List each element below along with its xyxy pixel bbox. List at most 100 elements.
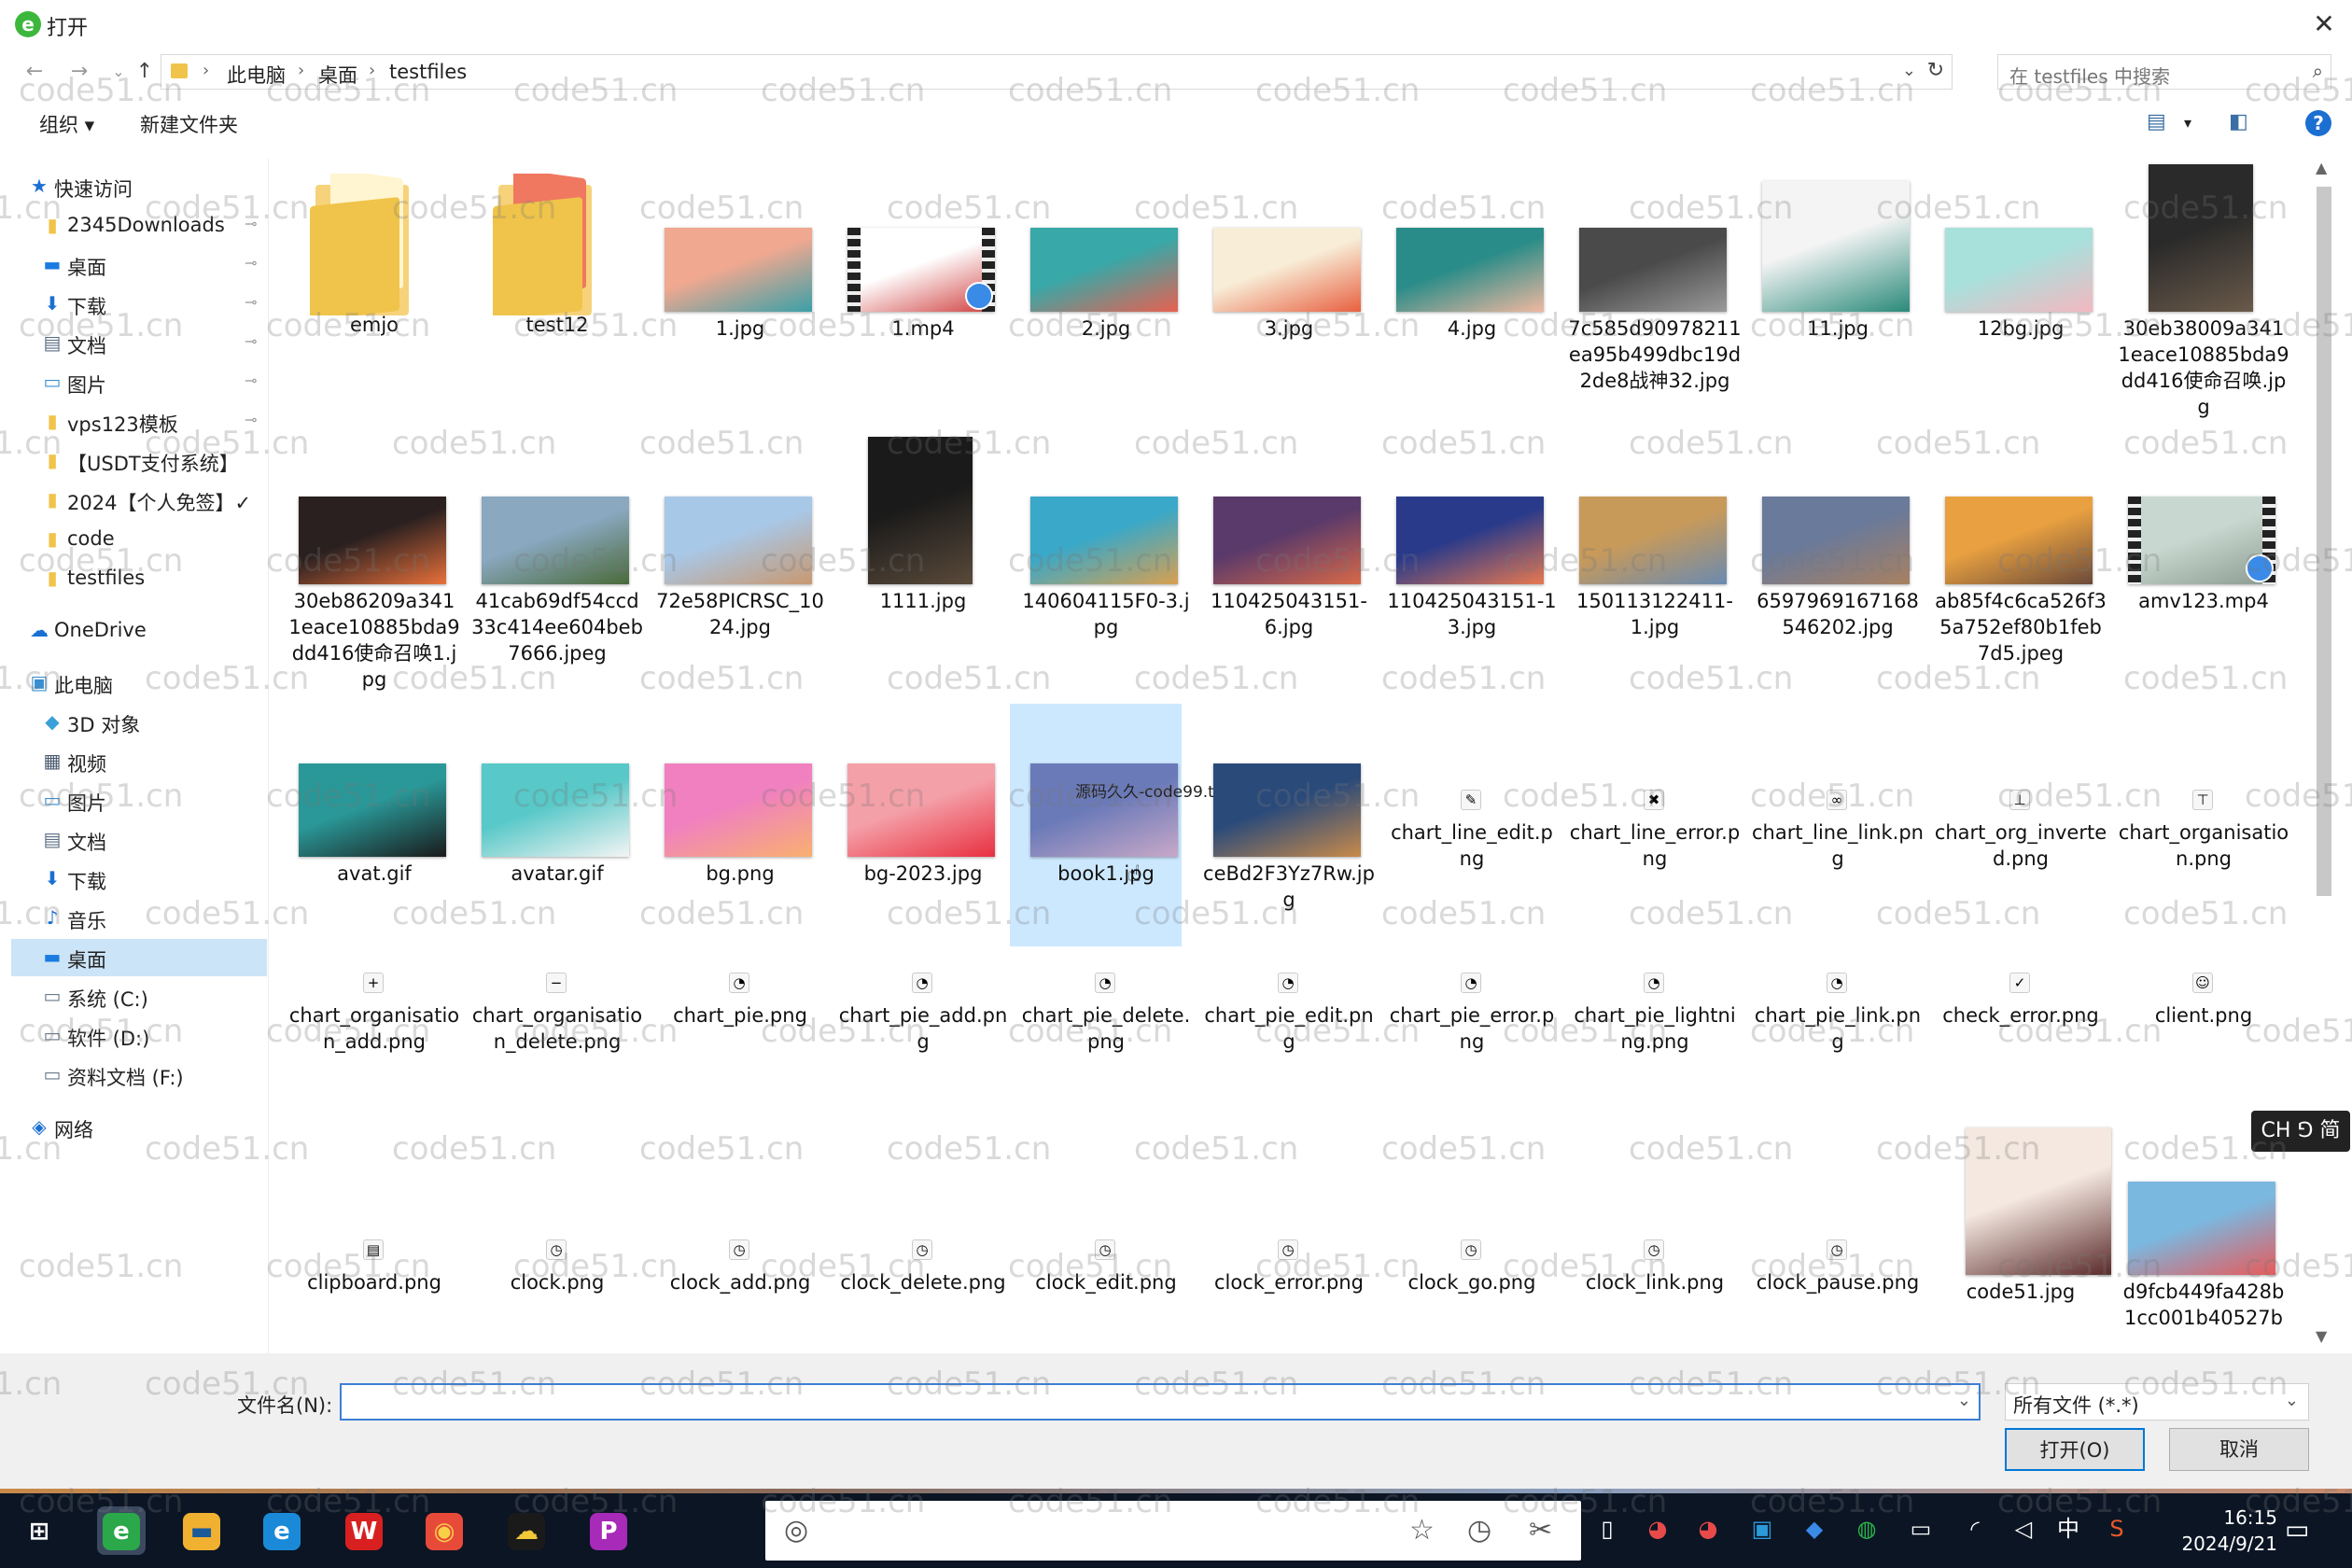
nav-item[interactable]: ▬ 桌面 ⊸ — [11, 246, 267, 284]
file-item[interactable]: ab85f4c6ca526f35a752ef80b1feb7d5.jpeg — [1925, 431, 2107, 674]
sogou-icon[interactable]: S — [2102, 1514, 2132, 1544]
open-button[interactable]: 打开(O) — [2005, 1428, 2145, 1471]
nav-item[interactable]: ⬇ 下载 ⊸ — [11, 286, 267, 323]
file-item[interactable]: ⊥ chart_org_inverted.png — [1925, 704, 2107, 946]
nav-item[interactable]: ▣ 此电脑 — [11, 665, 267, 702]
file-item[interactable]: emjo — [278, 159, 450, 401]
search-magnifier-icon[interactable]: ◎ — [784, 1514, 808, 1547]
search-icon[interactable]: ⌕ — [2313, 60, 2323, 82]
file-item[interactable]: ◷ clock_add.png — [644, 1144, 816, 1387]
file-item[interactable]: + chart_organisation_add.png — [278, 924, 459, 1167]
nav-item[interactable]: ◈ 网络 — [11, 1109, 267, 1146]
file-item[interactable]: 30eb38009a3411eace10885bda9dd416使命召唤.jpg — [2107, 159, 2289, 418]
ime-zh-icon[interactable]: 中 — [2053, 1514, 2083, 1544]
file-item[interactable]: 3.jpg — [1193, 159, 1365, 401]
file-item[interactable]: ∞ chart_line_link.png — [1742, 704, 1924, 946]
preview-pane-icon[interactable]: ◧ — [2229, 110, 2248, 133]
nav-item[interactable]: ▭ 图片 — [11, 782, 267, 819]
file-item[interactable]: test12 — [461, 159, 633, 401]
up-arrow-icon[interactable]: ↑ — [131, 58, 159, 86]
file-item[interactable]: ◷ clock_link.png — [1559, 1144, 1730, 1387]
wps-icon[interactable]: W — [340, 1506, 388, 1555]
chevron-down-icon[interactable]: ⌄ — [1902, 61, 1916, 80]
phpstorm-icon[interactable]: P — [584, 1506, 633, 1555]
chrome-icon[interactable]: ◉ — [420, 1506, 469, 1555]
nav-item[interactable]: ▮ 【USDT支付系统】 — [11, 442, 267, 480]
breadcrumb-testfiles[interactable]: testfiles — [389, 61, 467, 83]
baidu-netdisk-icon[interactable]: ☁ — [502, 1506, 551, 1555]
wifi-icon[interactable]: ◜ — [1960, 1514, 1990, 1544]
file-item[interactable]: 72e58PICRSC_1024.jpg — [644, 431, 824, 674]
file-item[interactable]: 110425043151-13.jpg — [1376, 431, 1557, 674]
scroll-up-icon[interactable]: ▲ — [2316, 159, 2327, 176]
qq-alt-icon[interactable]: ◕ — [1693, 1514, 1723, 1544]
nav-item[interactable]: ⬇ 下载 — [11, 861, 267, 898]
browser-360-icon[interactable]: e — [97, 1506, 146, 1555]
file-item[interactable]: 110425043151-6.jpg — [1193, 431, 1367, 674]
file-item[interactable]: ◔ chart_pie_link.png — [1742, 924, 1921, 1167]
refresh-icon[interactable]: ↻ — [1927, 59, 1944, 82]
file-item[interactable]: 6597969167168546202.jpg — [1742, 431, 1919, 674]
new-folder-button[interactable]: 新建文件夹 — [140, 110, 238, 138]
volume-icon[interactable]: ◁ — [2009, 1514, 2038, 1544]
file-item[interactable]: 4.jpg — [1376, 159, 1547, 401]
file-item[interactable]: − chart_organisation_delete.png — [461, 924, 642, 1167]
nav-item[interactable]: ▦ 视频 — [11, 743, 267, 780]
file-item[interactable]: 2.jpg — [1010, 159, 1182, 401]
organize-button[interactable]: 组织 ▾ — [39, 110, 94, 138]
breadcrumb-this-pc[interactable]: 此电脑 — [227, 61, 286, 89]
nav-item[interactable]: ▤ 文档 ⊸ — [11, 325, 267, 362]
file-item[interactable]: 150113122411-1.jpg — [1559, 431, 1733, 674]
notification-icon[interactable]: ▭ — [2285, 1514, 2309, 1545]
nav-item[interactable]: ▬ 桌面 — [11, 939, 267, 976]
nav-item[interactable]: ▮ code — [11, 521, 267, 558]
search-input[interactable]: 在 testfiles 中搜索 — [2009, 62, 2170, 89]
nav-item[interactable]: ▭ 软件 (D:) — [11, 1017, 267, 1055]
search-box[interactable]: 在 testfiles 中搜索 ⌕ — [1997, 54, 2331, 90]
file-item[interactable]: 41cab69df54ccd33c414ee604beb7666.jpeg — [461, 431, 643, 674]
history-clock-icon[interactable]: ◷ — [1467, 1514, 1491, 1547]
qq-icon[interactable]: ◕ — [1643, 1514, 1673, 1544]
forward-arrow-icon[interactable]: → — [65, 58, 93, 86]
scroll-down-icon[interactable]: ▼ — [2316, 1327, 2327, 1345]
file-item[interactable]: ◷ clock_pause.png — [1742, 1144, 1919, 1387]
file-item[interactable]: ✎ chart_line_edit.png — [1376, 704, 1553, 946]
ime-indicator[interactable]: CH ⅁ 简 — [2251, 1111, 2350, 1152]
file-item[interactable]: bg-2023.jpg — [827, 704, 999, 946]
cancel-button[interactable]: 取消 — [2169, 1428, 2309, 1471]
nav-item[interactable]: ▤ 文档 — [11, 821, 267, 859]
view-dropdown-icon[interactable]: ▾ — [2184, 114, 2191, 132]
file-item[interactable]: ◷ clock.png — [461, 1144, 633, 1387]
nav-item[interactable]: ▮ testfiles — [11, 560, 267, 597]
nav-item[interactable]: ▮ 2024【个人免签】✓ — [11, 482, 267, 519]
nav-item[interactable]: ♪ 音乐 — [11, 900, 267, 937]
file-item[interactable]: 7c585d90978211ea95b499dbc19d2de8战神32.jpg — [1559, 159, 1742, 401]
filetype-select[interactable]: 所有文件 (*.*) ⌄ — [2005, 1383, 2309, 1421]
file-explorer-icon[interactable]: ▬ — [177, 1506, 226, 1555]
file-item[interactable]: ◷ clock_error.png — [1193, 1144, 1365, 1387]
breadcrumb-desktop[interactable]: 桌面 — [318, 61, 357, 89]
nav-item[interactable]: ◆ 3D 对象 — [11, 704, 267, 741]
file-item[interactable]: ⊤ chart_organisation.png — [2107, 704, 2289, 946]
vertical-scrollbar[interactable]: ▲ ▼ — [2313, 159, 2337, 1353]
file-item[interactable]: avatar.gif — [461, 704, 633, 946]
file-item[interactable]: ◷ clock_edit.png — [1010, 1144, 1182, 1387]
back-arrow-icon[interactable]: ← — [21, 58, 49, 86]
nav-item[interactable]: ▮ 2345Downloads ⊸ — [11, 207, 267, 245]
help-icon[interactable]: ? — [2305, 110, 2331, 136]
recent-dropdown-icon[interactable]: ⌄ — [105, 58, 133, 86]
address-bar[interactable]: › 此电脑 › 桌面 › testfiles ⌄ ↻ — [161, 54, 1953, 90]
file-item[interactable]: ◔ chart_pie_add.png — [827, 924, 1007, 1167]
file-item[interactable]: avat.gif — [278, 704, 450, 946]
file-item[interactable]: ceBd2F3Yz7Rw.jpg — [1193, 704, 1375, 946]
file-item[interactable]: ◔ chart_pie_edit.png — [1193, 924, 1374, 1167]
dingtalk-icon[interactable]: ◆ — [1799, 1514, 1829, 1544]
filename-field[interactable]: ⌄ — [340, 1383, 1981, 1421]
pin-icon[interactable]: ⊸ — [245, 254, 257, 272]
pin-icon[interactable]: ⊸ — [245, 411, 257, 428]
file-item[interactable]: amv123.mp4 — [2107, 431, 2279, 674]
file-item[interactable]: 1.mp4 — [827, 159, 999, 401]
pin-icon[interactable]: ⊸ — [245, 293, 257, 311]
view-options-icon[interactable]: ▤ — [2147, 110, 2166, 133]
file-item[interactable]: ▤ clipboard.png — [278, 1144, 450, 1387]
